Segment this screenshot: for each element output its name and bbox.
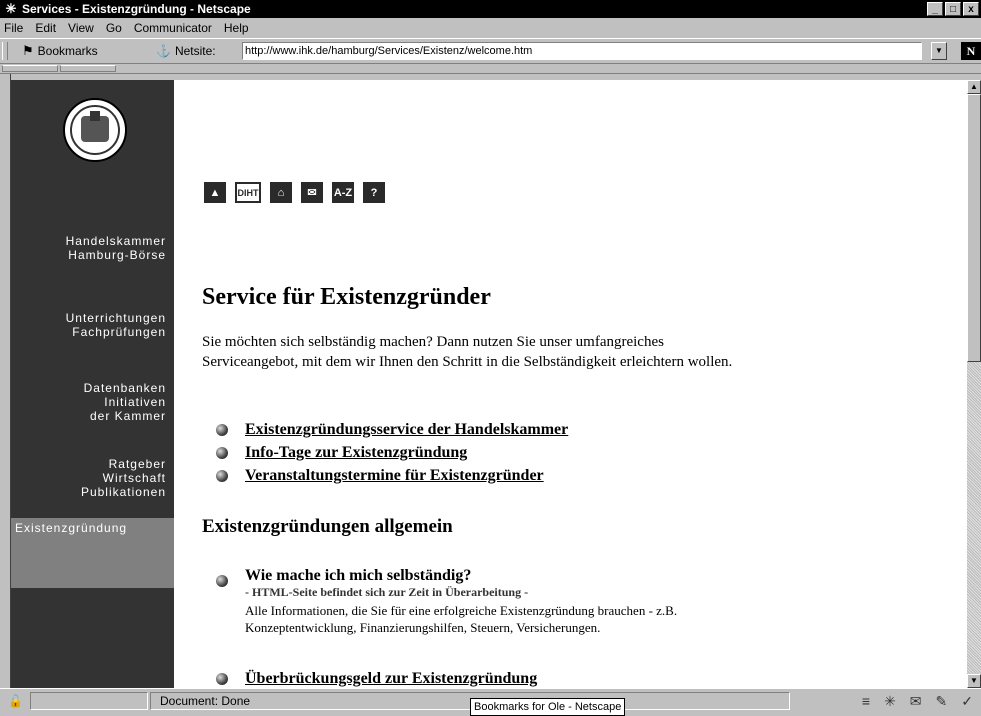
sidebar-item-handelskammer[interactable]: Handelskammer Hamburg-Börse (66, 234, 166, 262)
intro-text: Sie möchten sich selbständig machen? Dan… (202, 334, 733, 370)
service-links: Existenzgründungsservice der Handelskamm… (216, 418, 568, 487)
location-toolbar: ⚑ Bookmarks ⚓ Netsite: http://www.ihk.de… (0, 38, 981, 64)
netscape-app-icon[interactable]: ✳ (3, 2, 19, 16)
help-icon[interactable]: ? (363, 182, 385, 203)
vertical-scrollbar[interactable]: ▲ ▼ (967, 80, 981, 688)
menu-help[interactable]: Help (218, 21, 255, 35)
collapsed-toolbar-tab[interactable] (2, 65, 58, 72)
list-item: Überbrückungsgeld zur Existenzgründung (216, 670, 537, 688)
page-title: Service für Existenzgründer (202, 284, 491, 310)
list-item: Wie mache ich mich selbständig? - HTML-S… (216, 567, 736, 636)
diht-icon[interactable]: DIHT (235, 182, 261, 203)
page-nav-icons: ▲ DIHT ⌂ ✉ A-Z ? (204, 182, 385, 203)
item-description: Alle Informationen, die Sie für eine erf… (245, 603, 678, 635)
bullet-icon (216, 446, 228, 459)
window-controls: _ □ x (927, 2, 979, 16)
bullet-icon (216, 575, 228, 587)
page-body: ▲ DIHT ⌂ ✉ A-Z ? Service für Existenzgrü… (174, 80, 967, 688)
taskbar-tooltip: Bookmarks for Ole - Netscape (470, 698, 626, 716)
browser-content: Handelskammer Hamburg-Börse Unterrichtun… (0, 74, 981, 688)
a-z-index-icon[interactable]: A-Z (332, 182, 354, 203)
minimize-button[interactable]: _ (927, 2, 943, 16)
link-existenzgruendungsservice[interactable]: Existenzgründungsservice der Handelskamm… (245, 421, 568, 439)
status-text: Document: Done (160, 694, 251, 708)
bookmarks-icon: ⚑ (22, 43, 34, 58)
sidebar-item-existenzgruendung[interactable]: Existenzgründung (11, 518, 174, 588)
mail-icon[interactable]: ✉ (301, 182, 323, 203)
item-note: - HTML-Seite befindet sich zur Zeit in Ü… (245, 585, 529, 599)
close-button[interactable]: x (963, 2, 979, 16)
collapsed-toolbar-tabs (0, 64, 981, 74)
sidebar-item-unterrichtungen[interactable]: Unterrichtungen Fachprüfungen (66, 311, 166, 339)
bookmarks-label: Bookmarks (37, 44, 98, 58)
ihk-sidebar: Handelskammer Hamburg-Börse Unterrichtun… (11, 80, 174, 688)
page-proxy-icon[interactable]: ⚓ (156, 44, 171, 58)
maximize-button[interactable]: □ (945, 2, 961, 16)
link-ueberbrueckungsgeld[interactable]: Überbrückungsgeld zur Existenzgründung (245, 670, 537, 688)
bullet-icon (216, 673, 228, 685)
collapsed-toolbar-tab[interactable] (60, 65, 116, 72)
scroll-thumb[interactable] (967, 94, 981, 362)
bullet-icon (216, 423, 228, 436)
bookmarks-button[interactable]: ⚑ Bookmarks (22, 42, 98, 60)
frame-edge (0, 74, 11, 688)
progress-field (30, 692, 148, 710)
scroll-up-icon[interactable]: ▲ (967, 80, 981, 94)
status-bar: 🔓 Document: Done Bookmarks for Ole - Net… (0, 688, 981, 716)
menu-edit[interactable]: Edit (29, 21, 62, 35)
list-item: Existenzgründungsservice der Handelskamm… (216, 418, 568, 441)
menu-file[interactable]: File (0, 21, 29, 35)
composer-icon[interactable]: ✎ (936, 693, 948, 710)
url-input[interactable]: http://www.ihk.de/hamburg/Services/Exist… (242, 42, 922, 60)
bullet-icon (216, 469, 228, 482)
navigator-icon[interactable]: ≡ (862, 693, 870, 710)
list-item: Veranstaltungstermine für Existenzgründe… (216, 464, 568, 487)
menu-go[interactable]: Go (100, 21, 128, 35)
menu-view[interactable]: View (62, 21, 100, 35)
link-veranstaltungstermine[interactable]: Veranstaltungstermine für Existenzgründe… (245, 467, 544, 485)
section-heading: Existenzgründungen allgemein (202, 516, 453, 537)
item-title-selbstaendig: Wie mache ich mich selbständig? (245, 567, 472, 584)
netsite-label: Netsite: (174, 44, 216, 58)
sidebar-item-datenbanken[interactable]: Datenbanken Initiativen der Kammer (84, 381, 166, 423)
home-icon[interactable]: ⌂ (270, 182, 292, 203)
netsite-label-group: ⚓ Netsite: (156, 42, 216, 60)
top-arrow-icon[interactable]: ▲ (204, 182, 226, 203)
window-title-bar: ✳ Services - Existenzgründung - Netscape… (0, 0, 981, 18)
discussion-icon[interactable]: ✉ (910, 693, 922, 710)
window-title: Services - Existenzgründung - Netscape (22, 2, 251, 16)
toolbar-grip[interactable] (2, 42, 8, 60)
security-lock-icon[interactable]: 🔓 (8, 694, 24, 708)
link-info-tage[interactable]: Info-Tage zur Existenzgründung (245, 444, 467, 462)
handelskammer-seal-logo[interactable] (63, 98, 127, 162)
url-dropdown-button[interactable]: ▼ (931, 42, 947, 60)
scroll-down-icon[interactable]: ▼ (967, 674, 981, 688)
list-item: Info-Tage zur Existenzgründung (216, 441, 568, 464)
menu-communicator[interactable]: Communicator (128, 21, 218, 35)
component-bar: ≡ ✳ ✉ ✎ ✓ (862, 693, 973, 710)
netscape-throbber-icon[interactable]: N (961, 42, 981, 60)
sidebar-item-ratgeber[interactable]: Ratgeber Wirtschaft Publikationen (81, 457, 166, 499)
menu-bar: File Edit View Go Communicator Help (0, 18, 981, 38)
conference-icon[interactable]: ✓ (961, 693, 973, 710)
mail-component-icon[interactable]: ✳ (884, 693, 896, 710)
